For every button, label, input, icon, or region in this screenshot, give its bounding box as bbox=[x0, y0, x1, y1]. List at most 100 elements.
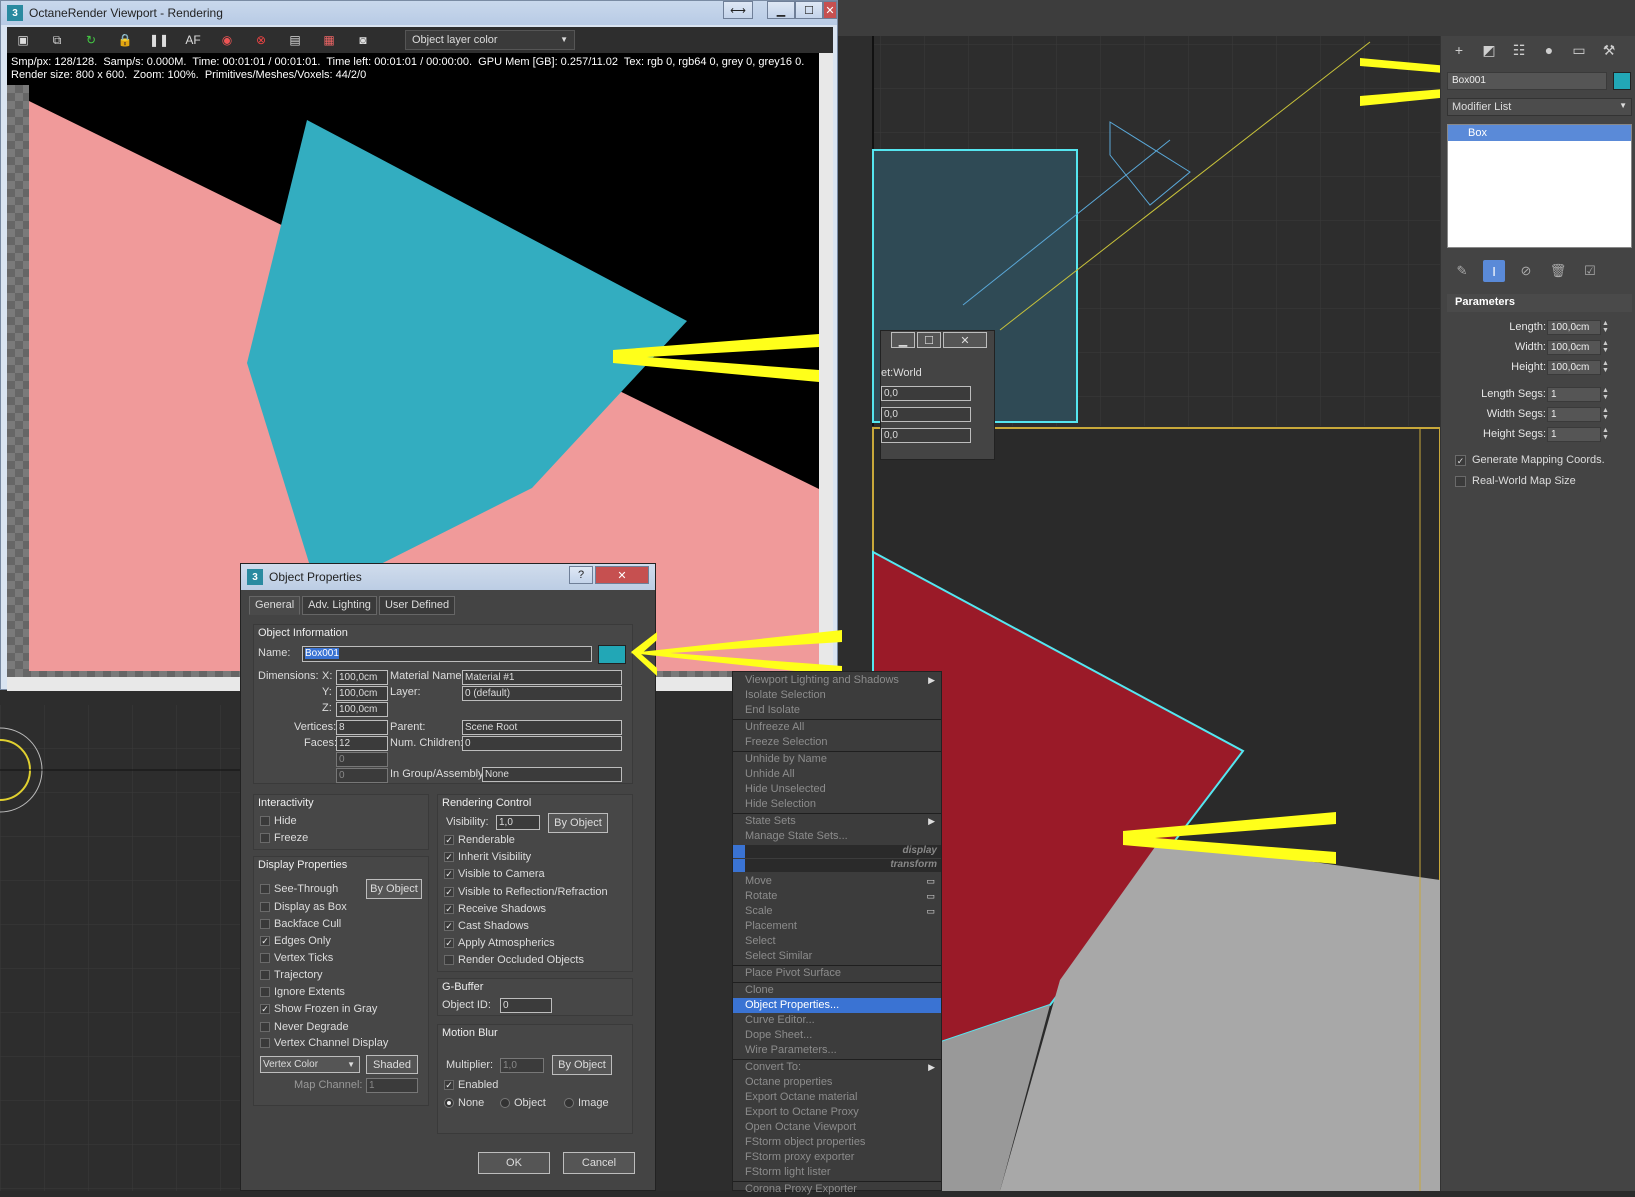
close-button[interactable]: ✕ bbox=[595, 566, 649, 584]
param-field[interactable]: 100,0cm bbox=[1547, 360, 1601, 375]
dimension-x-field[interactable]: 100,0cm bbox=[336, 670, 388, 685]
checkbox-icon[interactable] bbox=[260, 884, 270, 894]
menu-item[interactable]: Isolate Selection bbox=[733, 688, 941, 703]
radio-image[interactable]: Image bbox=[564, 1097, 609, 1109]
menu-item[interactable]: FStorm object properties bbox=[733, 1135, 941, 1150]
material-name-field[interactable]: Material #1 bbox=[462, 670, 622, 685]
radio-selected-icon[interactable] bbox=[444, 1098, 454, 1108]
visible-to-reflection-checkbox[interactable]: ✓ Visible to Reflection/Refraction bbox=[444, 886, 608, 898]
menu-item[interactable]: Export to Octane Proxy bbox=[733, 1105, 941, 1120]
checkbox-checked-icon[interactable]: ✓ bbox=[444, 869, 454, 879]
spinner-icon[interactable]: ▲ ▼ bbox=[1602, 320, 1610, 335]
show-frozen-gray-checkbox[interactable]: ✓ Show Frozen in Gray bbox=[260, 1003, 377, 1015]
z-offset-field[interactable]: 0,0 bbox=[881, 428, 971, 443]
checkbox-icon[interactable] bbox=[260, 970, 270, 980]
checkbox-checked-icon[interactable]: ✓ bbox=[444, 835, 454, 845]
checkbox-icon[interactable] bbox=[260, 816, 270, 826]
menu-item[interactable]: Select bbox=[733, 934, 941, 949]
af-icon[interactable]: AF bbox=[183, 30, 203, 50]
num-children-field[interactable]: 0 bbox=[462, 736, 622, 751]
menu-item[interactable]: Placement bbox=[733, 919, 941, 934]
spinner-icon[interactable]: ▲ ▼ bbox=[1602, 387, 1610, 402]
modifier-list-dropdown[interactable]: Modifier List bbox=[1447, 98, 1632, 116]
vertex-channel-display-checkbox[interactable]: Vertex Channel Display bbox=[260, 1037, 388, 1049]
display-by-object-button[interactable]: By Object bbox=[366, 879, 422, 899]
checkbox-checked-icon[interactable]: ✓ bbox=[260, 1004, 270, 1014]
layer-field[interactable]: 0 (default) bbox=[462, 686, 622, 701]
menu-item[interactable]: Unhide All bbox=[733, 767, 941, 782]
pin-stack-icon[interactable]: ✎ bbox=[1451, 260, 1473, 282]
maximize-button[interactable]: ☐ bbox=[917, 332, 941, 348]
modify-icon[interactable]: ◩ bbox=[1477, 39, 1501, 61]
checkbox-checked-icon[interactable]: ✓ bbox=[444, 921, 454, 931]
tab-general[interactable]: General bbox=[249, 596, 301, 615]
object-name-field[interactable]: Box001 bbox=[1447, 72, 1607, 90]
ok-button[interactable]: OK bbox=[478, 1152, 550, 1174]
real-world-map-checkbox[interactable]: Real-World Map Size bbox=[1455, 473, 1576, 489]
octane-title-bar[interactable]: 3 OctaneRender Viewport - Rendering bbox=[1, 1, 837, 25]
backface-cull-checkbox[interactable]: Backface Cull bbox=[260, 918, 341, 930]
create-icon[interactable]: + bbox=[1447, 39, 1471, 61]
x-offset-field[interactable]: 0,0 bbox=[881, 386, 971, 401]
vertex-color-select[interactable]: Vertex Color ▼ bbox=[260, 1056, 360, 1073]
menu-item[interactable]: Curve Editor... bbox=[733, 1013, 941, 1028]
radio-none[interactable]: None bbox=[444, 1097, 484, 1109]
menu-item[interactable]: Wire Parameters... bbox=[733, 1043, 941, 1058]
freeze-checkbox[interactable]: Freeze bbox=[260, 832, 308, 844]
param-field[interactable]: 100,0cm bbox=[1547, 340, 1601, 355]
checkbox-icon[interactable] bbox=[260, 1038, 270, 1048]
vertex-ticks-checkbox[interactable]: Vertex Ticks bbox=[260, 952, 333, 964]
object-color-swatch[interactable] bbox=[1613, 72, 1631, 90]
checkbox-checked-icon[interactable]: ✓ bbox=[444, 887, 454, 897]
menu-item[interactable]: FStorm proxy exporter bbox=[733, 1150, 941, 1165]
minimize-button[interactable]: ▁ bbox=[767, 1, 795, 19]
settings-box-icon[interactable]: ▭ bbox=[926, 874, 935, 889]
tab-user-defined[interactable]: User Defined bbox=[378, 596, 456, 615]
display-icon[interactable]: ▭ bbox=[1567, 39, 1591, 61]
maximize-button[interactable]: ☐ bbox=[795, 1, 823, 19]
display-as-box-checkbox[interactable]: Display as Box bbox=[260, 901, 347, 913]
configure-sets-icon[interactable]: ☑ bbox=[1579, 260, 1601, 282]
show-end-result-icon[interactable]: I bbox=[1483, 260, 1505, 282]
copy-icon[interactable]: ⧉ bbox=[47, 30, 67, 50]
motion-icon[interactable]: ● bbox=[1537, 39, 1561, 61]
object-color-swatch[interactable] bbox=[598, 645, 626, 664]
checkbox-icon[interactable] bbox=[260, 953, 270, 963]
menu-item[interactable]: Open Octane Viewport bbox=[733, 1120, 941, 1135]
never-degrade-checkbox[interactable]: Never Degrade bbox=[260, 1021, 349, 1033]
tab-adv-lighting[interactable]: Adv. Lighting bbox=[302, 596, 377, 615]
menu-item[interactable]: Hide Selection bbox=[733, 797, 941, 812]
dimension-z-field[interactable]: 100,0cm bbox=[336, 702, 388, 717]
menu-item[interactable]: Unfreeze All bbox=[733, 720, 941, 735]
faces-field[interactable]: 12 bbox=[336, 736, 388, 751]
menu-item[interactable]: Freeze Selection bbox=[733, 735, 941, 750]
ignore-extents-checkbox[interactable]: Ignore Extents bbox=[260, 986, 345, 998]
renderable-checkbox[interactable]: ✓ Renderable bbox=[444, 834, 515, 846]
enabled-checkbox[interactable]: ✓ Enabled bbox=[444, 1079, 498, 1091]
menu-item[interactable]: Scale ▭ bbox=[733, 904, 941, 919]
apply-atmospherics-checkbox[interactable]: ✓ Apply Atmospherics bbox=[444, 937, 555, 949]
y-offset-field[interactable]: 0,0 bbox=[881, 407, 971, 422]
menu-item[interactable]: Octane properties bbox=[733, 1075, 941, 1090]
edges-only-checkbox[interactable]: ✓ Edges Only bbox=[260, 935, 331, 947]
in-group-field[interactable]: None bbox=[482, 767, 622, 782]
modifier-stack[interactable]: Box bbox=[1447, 124, 1632, 248]
radio-object[interactable]: Object bbox=[500, 1097, 546, 1109]
checkbox-icon[interactable] bbox=[260, 987, 270, 997]
render-by-object-button[interactable]: By Object bbox=[548, 813, 608, 833]
inherit-visibility-checkbox[interactable]: ✓ Inherit Visibility bbox=[444, 851, 531, 863]
dimension-y-field[interactable]: 100,0cm bbox=[336, 686, 388, 701]
close-button[interactable]: ✕ bbox=[823, 1, 837, 19]
trajectory-checkbox[interactable]: Trajectory bbox=[260, 969, 323, 981]
menu-item[interactable]: Manage State Sets... bbox=[733, 829, 941, 844]
spinner-icon[interactable]: ▲ ▼ bbox=[1602, 340, 1610, 355]
checkbox-checked-icon[interactable]: ✓ bbox=[444, 938, 454, 948]
cast-shadows-checkbox[interactable]: ✓ Cast Shadows bbox=[444, 920, 529, 932]
radio-icon[interactable] bbox=[500, 1098, 510, 1108]
visibility-field[interactable]: 1,0 bbox=[496, 815, 540, 830]
menu-item-object-properties[interactable]: Object Properties... bbox=[733, 998, 941, 1013]
radio-icon[interactable] bbox=[564, 1098, 574, 1108]
checkbox-icon[interactable] bbox=[444, 955, 454, 965]
motion-by-object-button[interactable]: By Object bbox=[552, 1055, 612, 1075]
menu-item[interactable]: Viewport Lighting and Shadows ▶ bbox=[733, 673, 941, 688]
